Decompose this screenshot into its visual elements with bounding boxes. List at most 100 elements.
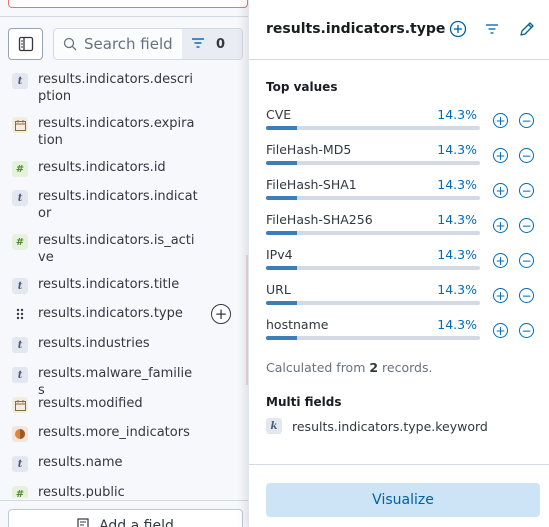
filter-out-value-icon[interactable]: −	[519, 323, 534, 338]
top-value-bar-fill	[266, 161, 297, 165]
filter-out-value-icon[interactable]: −	[519, 148, 534, 163]
add-column-icon[interactable]	[448, 19, 468, 39]
keyword-type-icon: k	[266, 418, 282, 434]
filter-out-value-icon[interactable]: −	[519, 113, 534, 128]
number-type-icon: #	[12, 161, 28, 177]
top-value-bar-fill	[266, 196, 297, 200]
field-name: results.more_indicators	[38, 425, 190, 440]
top-value-label: FileHash-MD5	[266, 142, 352, 157]
filter-icon[interactable]	[482, 19, 502, 39]
top-value-percent: 14.3%	[437, 142, 477, 157]
filter-count-badge: 0	[216, 36, 226, 52]
visualize-button[interactable]: Visualize	[266, 483, 540, 517]
object-type-icon	[12, 426, 28, 442]
record-count: 2	[369, 360, 379, 375]
filter-for-value-icon[interactable]: +	[493, 288, 508, 303]
add-field-button[interactable]: Add a field	[8, 509, 243, 527]
text-type-icon: t	[12, 337, 28, 353]
top-value-percent: 14.3%	[437, 212, 477, 227]
filter-for-value-icon[interactable]: +	[493, 148, 508, 163]
top-value-bar	[266, 196, 480, 200]
field-name: results.indicators.title	[38, 277, 180, 292]
filter-for-value-icon[interactable]: +	[493, 113, 508, 128]
field-search: 0	[53, 28, 243, 60]
field-name: results.indicators.id	[38, 160, 166, 175]
field-name: results.public	[38, 485, 125, 498]
list-item[interactable]: # results.public	[0, 484, 246, 498]
top-value-row: FileHash-SHA256 14.3% + −	[266, 212, 546, 242]
top-value-bar	[266, 126, 480, 130]
top-value-bar	[266, 301, 480, 305]
top-value-percent: 14.3%	[437, 177, 477, 192]
top-value-percent: 14.3%	[437, 282, 477, 297]
field-name: results.malware_families	[38, 366, 193, 398]
filter-for-value-icon[interactable]: +	[493, 183, 508, 198]
top-value-percent: 14.3%	[437, 107, 477, 122]
top-value-row: IPv4 14.3% + −	[266, 247, 546, 277]
add-field-icon	[77, 518, 89, 527]
collapse-sidebar-button[interactable]	[8, 28, 43, 60]
search-icon	[63, 37, 81, 51]
field-name: results.indicators.indicator	[38, 189, 198, 221]
top-value-bar	[266, 231, 480, 235]
text-type-icon: t	[12, 278, 28, 294]
filter-out-value-icon[interactable]: −	[519, 288, 534, 303]
filter-for-value-icon[interactable]: +	[493, 218, 508, 233]
field-name: results.indicators.expiration	[38, 116, 195, 148]
top-value-bar	[266, 266, 480, 270]
filter-out-value-icon[interactable]: −	[519, 183, 534, 198]
filter-type-button[interactable]: 0	[182, 29, 242, 59]
popover-header: results.indicators.type	[249, 0, 549, 60]
sidebar-footer-divider	[0, 500, 250, 501]
top-value-label: hostname	[266, 317, 329, 332]
top-value-bar-fill	[266, 126, 297, 130]
popover-title: results.indicators.type	[266, 21, 446, 37]
top-value-bar	[266, 336, 480, 340]
text-type-icon: t	[12, 456, 28, 472]
field-name: results.modified	[38, 396, 143, 411]
filter-out-value-icon[interactable]: −	[519, 253, 534, 268]
number-type-icon: #	[12, 486, 28, 498]
top-value-percent: 14.3%	[437, 317, 477, 332]
multi-fields-title: Multi fields	[266, 395, 342, 409]
edit-pencil-icon[interactable]	[517, 19, 537, 39]
text-type-icon: t	[12, 73, 28, 89]
sidebar-toggle-icon	[18, 36, 33, 52]
top-value-row: CVE 14.3% + −	[266, 107, 546, 137]
add-field-to-table-icon[interactable]: +	[211, 304, 231, 324]
text-type-icon: t	[12, 190, 28, 206]
calc-suffix: records.	[378, 360, 433, 375]
field-details-popover: results.indicators.type Top values CVE 14…	[248, 0, 549, 527]
date-type-icon	[12, 117, 28, 133]
top-value-bar-fill	[266, 336, 297, 340]
top-value-row: FileHash-SHA1 14.3% + −	[266, 177, 546, 207]
top-value-bar-fill	[266, 231, 297, 235]
field-name: results.industries	[38, 336, 150, 351]
field-sidebar: 0 t results.indicators.description resul…	[0, 0, 250, 527]
top-value-bar-fill	[266, 301, 297, 305]
filter-for-value-icon[interactable]: +	[493, 253, 508, 268]
multi-field-item: k results.indicators.type.keyword	[266, 418, 488, 434]
calc-prefix: Calculated from	[266, 360, 370, 375]
date-type-icon	[12, 397, 28, 413]
filter-out-value-icon[interactable]: −	[519, 218, 534, 233]
search-input[interactable]	[84, 35, 194, 53]
field-name: results.indicators.description	[38, 72, 193, 104]
field-name: results.name	[38, 455, 123, 470]
top-value-bar-fill	[266, 266, 297, 270]
top-values-title: Top values	[266, 80, 338, 94]
top-value-row: hostname 14.3% + −	[266, 317, 546, 347]
top-value-label: URL	[266, 282, 291, 297]
top-value-bar	[266, 161, 480, 165]
drag-handle-icon[interactable]	[12, 306, 28, 322]
filter-icon	[192, 37, 204, 52]
top-value-label: IPv4	[266, 247, 293, 262]
top-value-label: CVE	[266, 107, 292, 122]
top-partial-element	[8, 0, 248, 8]
top-value-label: FileHash-SHA1	[266, 177, 357, 192]
filter-for-value-icon[interactable]: +	[493, 323, 508, 338]
add-field-label: Add a field	[99, 518, 174, 527]
multi-field-name: results.indicators.type.keyword	[292, 418, 488, 434]
text-type-icon: t	[12, 367, 28, 383]
top-value-row: FileHash-MD5 14.3% + −	[266, 142, 546, 172]
